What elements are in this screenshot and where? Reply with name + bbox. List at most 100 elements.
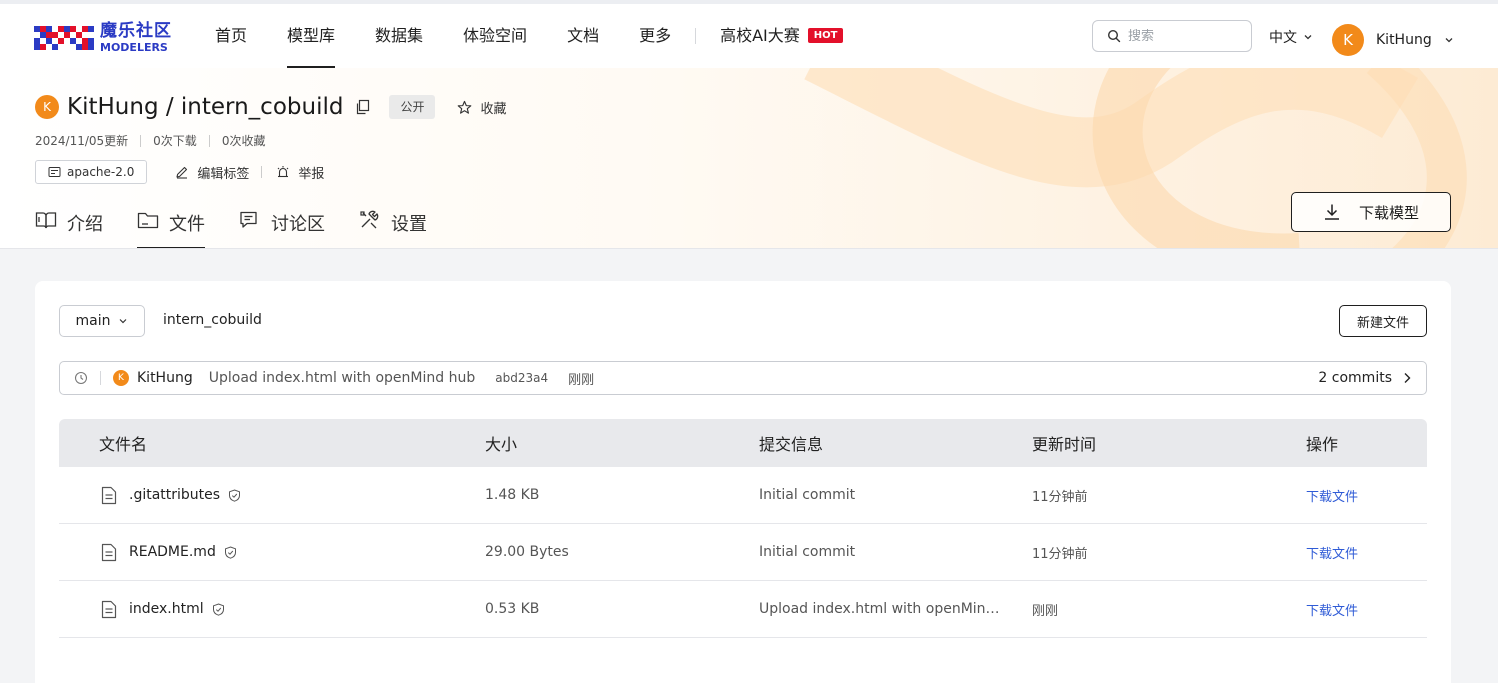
repo-meta: 2024/11/05更新 0次下载 0次收藏 [35,132,265,149]
license-tag[interactable]: apache-2.0 [35,160,148,184]
shield-check-icon [224,545,236,559]
nav-contest[interactable]: 高校AI大赛 HOT [720,4,844,68]
chevron-down-icon [120,319,127,324]
tools-icon [360,210,379,229]
commits-count: 2 commits [1318,370,1392,386]
edit-tags-label: 编辑标签 [197,166,250,182]
col-size: 大小 [485,435,518,454]
commit-author[interactable]: KitHung [137,370,193,386]
shield-check-icon [212,602,224,616]
visibility-badge: 公开 [389,95,436,119]
file-commit-message[interactable]: Upload index.html with openMind hub [759,601,1032,617]
download-file-link[interactable]: 下载文件 [1306,600,1427,619]
tab-discussion-label: 讨论区 [271,214,325,235]
user-menu[interactable]: K KitHung [1332,24,1454,56]
repo-title-row: K KitHung / intern_cobuild 公开 收藏 [35,94,506,120]
col-action: 操作 [1306,435,1339,454]
file-commit-message[interactable]: Initial commit [759,544,1032,560]
file-commit-message[interactable]: Initial commit [759,487,1032,503]
commit-author-avatar: K [113,370,129,386]
star-icon [458,100,472,114]
files-panel: main intern_cobuild 新建文件 K KitHung Uploa… [35,281,1451,683]
last-commit-bar: K KitHung Upload index.html with openMin… [59,361,1427,395]
user-name: KitHung [1376,32,1432,48]
folder-icon [137,212,159,229]
tab-files[interactable]: 文件 [137,206,205,248]
commit-message[interactable]: Upload index.html with openMind hub [209,370,476,386]
copy-icon[interactable] [355,99,371,115]
repo-path: intern_cobuild [163,312,262,328]
download-file-link[interactable]: 下载文件 [1306,543,1427,562]
chevron-down-icon [1445,38,1453,43]
logo-text: 魔乐社区 MODELERS [100,21,172,54]
meta-divider [208,134,210,147]
commits-link[interactable]: 2 commits [1318,370,1412,386]
repo-name: KitHung / intern_cobuild [67,94,344,120]
file-table: 文件名 大小 提交信息 更新时间 操作 .gitattributes 1.48 … [59,419,1427,638]
commit-hash[interactable]: abd23a4 [495,371,548,385]
repo-tabs: 介绍 文件 讨论区 设置 [35,206,461,248]
download-count: 0次下载 [153,134,197,148]
license-icon [48,167,61,177]
logo-name-en: MODELERS [100,41,168,54]
file-name-cell[interactable]: index.html [59,600,485,619]
tab-discussion[interactable]: 讨论区 [239,206,325,248]
favorite-label: 收藏 [480,101,507,117]
edit-tags-button[interactable]: 编辑标签 [175,163,249,182]
file-name-cell[interactable]: .gitattributes [59,486,485,505]
nav-home[interactable]: 首页 [215,4,247,68]
commit-divider [100,371,101,385]
file-name-cell[interactable]: README.md [59,543,485,562]
branch-name: main [75,313,111,329]
col-filename: 文件名 [99,435,148,454]
nav-contest-label: 高校AI大赛 [720,26,800,45]
favorite-button[interactable]: 收藏 [457,98,506,117]
nav-datasets[interactable]: 数据集 [375,4,423,68]
tab-settings[interactable]: 设置 [359,206,427,248]
file-size: 1.48 KB [485,487,540,503]
download-model-button[interactable]: 下载模型 [1291,192,1451,232]
main-nav: 首页 模型库 数据集 体验空间 文档 更多 高校AI大赛 HOT [215,4,883,68]
file-name[interactable]: .gitattributes [129,487,220,503]
tab-intro[interactable]: 介绍 [35,206,103,248]
file-name[interactable]: README.md [129,544,216,560]
download-file-link[interactable]: 下载文件 [1306,486,1427,505]
logo-name-cn: 魔乐社区 [100,21,172,41]
nav-models[interactable]: 模型库 [287,4,336,68]
file-icon [101,600,117,618]
user-avatar: K [1332,24,1364,56]
edit-icon [176,166,188,179]
alarm-icon [277,166,289,178]
meta-divider [140,134,142,147]
nav-spaces[interactable]: 体验空间 [463,4,527,68]
hot-badge: HOT [807,28,844,43]
modelers-logo-icon [34,26,94,50]
tab-files-label: 文件 [169,214,205,235]
tags-divider [261,166,263,178]
nav-more[interactable]: 更多 [639,4,671,68]
language-selector[interactable]: 中文 [1269,27,1313,47]
tab-settings-label: 设置 [391,214,427,235]
site-logo[interactable]: 魔乐社区 MODELERS [34,22,172,54]
download-model-label: 下载模型 [1358,203,1419,222]
col-commit: 提交信息 [759,435,824,454]
repo-owner-avatar: K [35,95,59,119]
report-label: 举报 [298,166,325,182]
search-icon [1107,29,1121,43]
chevron-down-icon [1304,35,1312,40]
nav-docs[interactable]: 文档 [567,4,599,68]
file-size: 29.00 Bytes [485,544,569,560]
file-updated: 11分钟前 [1032,489,1088,505]
search-box[interactable] [1092,20,1252,52]
report-button[interactable]: 举报 [276,163,324,182]
chat-icon [240,211,257,228]
table-row: index.html 0.53 KB Upload index.html wit… [59,581,1427,638]
search-input[interactable] [1128,28,1238,44]
file-updated: 11分钟前 [1032,546,1088,562]
file-name[interactable]: index.html [129,601,204,617]
branch-selector[interactable]: main [59,305,145,337]
history-icon[interactable] [74,371,88,385]
new-file-button[interactable]: 新建文件 [1339,305,1427,337]
favorite-count: 0次收藏 [221,134,266,148]
file-icon [101,543,117,561]
